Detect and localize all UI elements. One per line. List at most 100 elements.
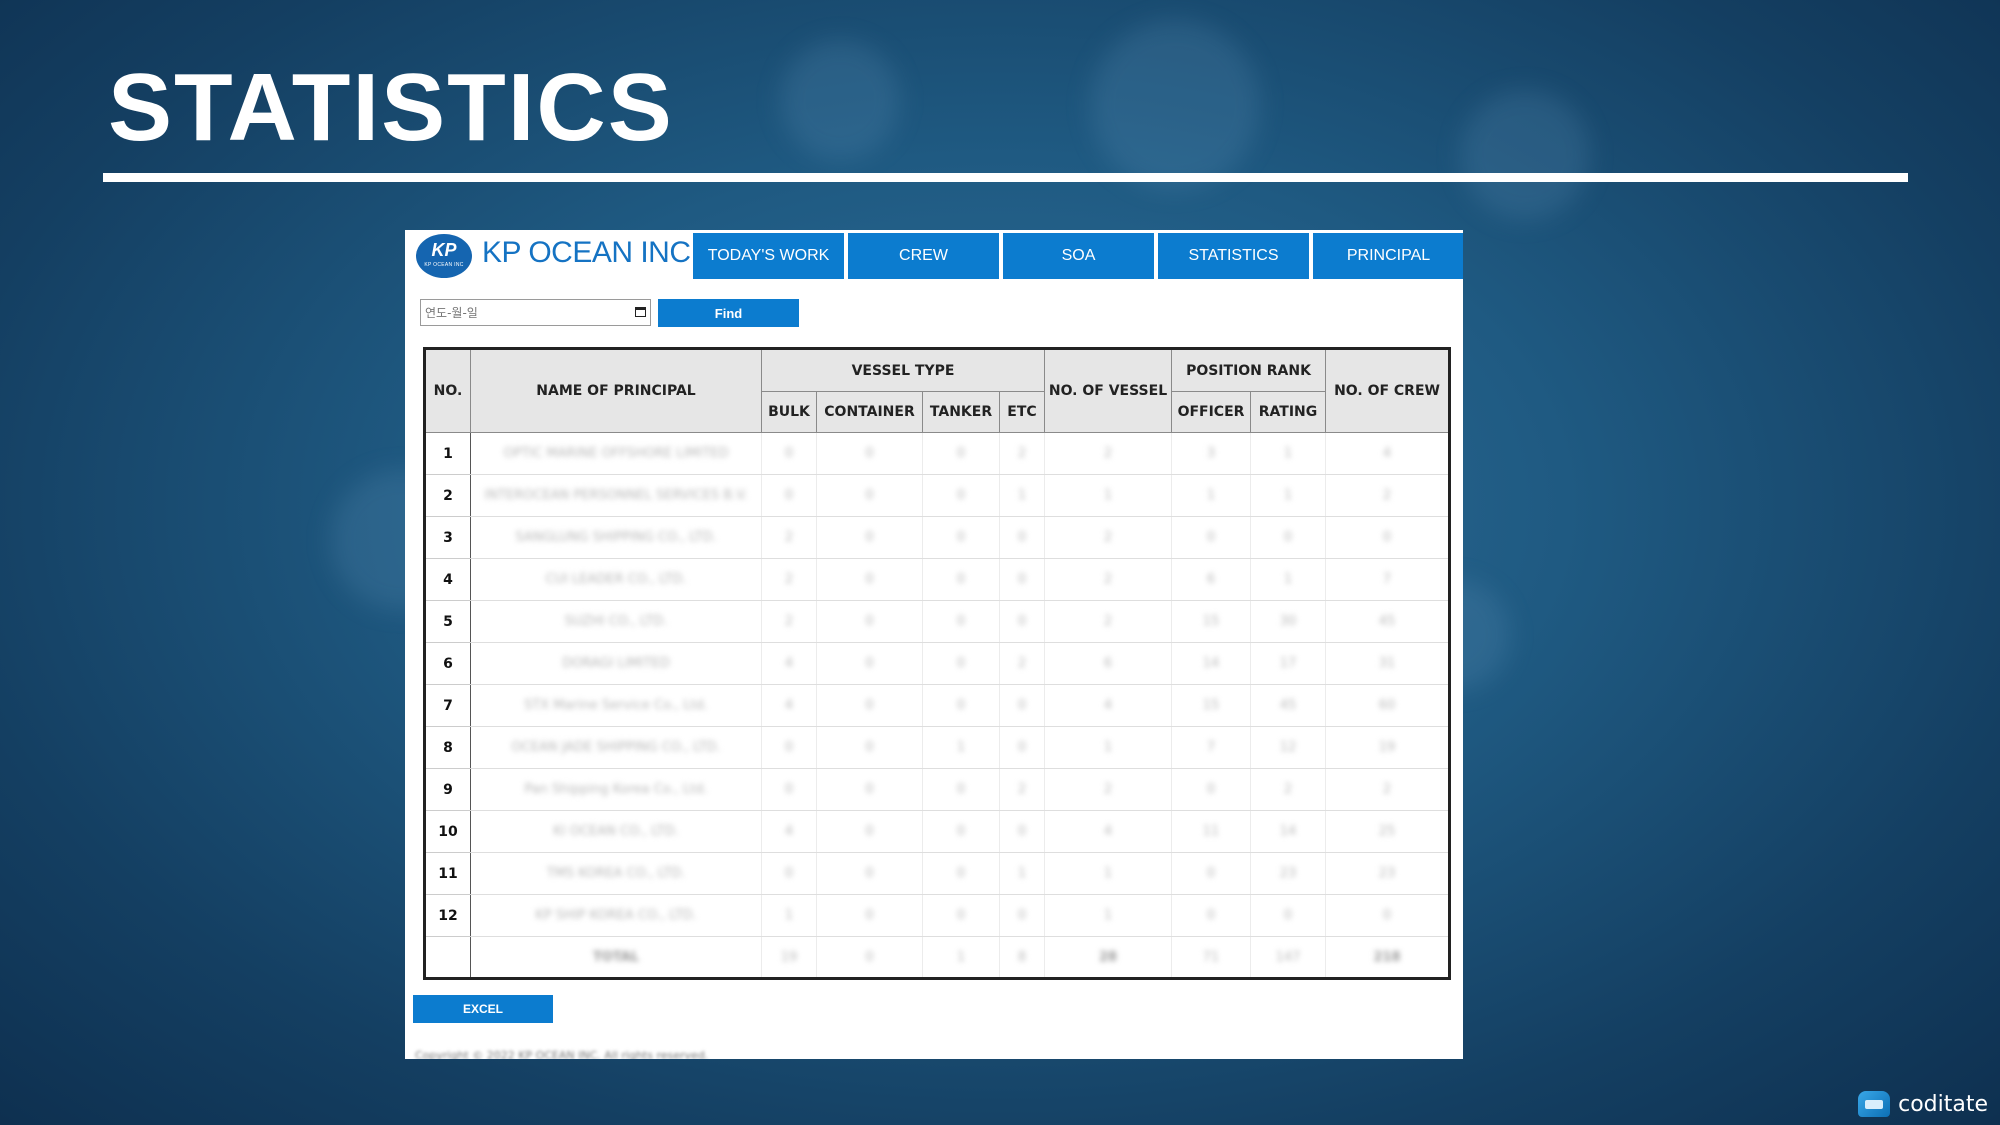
tanker-cell: 0	[922, 894, 1000, 937]
no-of-crew-cell: 4	[1325, 432, 1450, 475]
col-header-bulk: BULK	[761, 391, 817, 433]
rating-cell: 30	[1249, 600, 1326, 643]
etc-cell: 0	[999, 600, 1045, 643]
total-bulk-cell: 19	[761, 936, 817, 979]
total-no-of-vessel-cell: 28	[1044, 936, 1172, 979]
total-label: TOTAL	[470, 936, 762, 979]
tanker-cell: 0	[922, 768, 1000, 811]
principal-name-cell: INTEROCEAN PERSONNEL SERVICES B.V.	[470, 474, 762, 517]
coditate-logo-icon	[1858, 1091, 1891, 1117]
brand-name: KP OCEAN INC	[482, 236, 691, 269]
table-row: 2 INTEROCEAN PERSONNEL SERVICES B.V. 0 0 0 1 1…	[424, 474, 1450, 517]
officer-cell: 15	[1171, 684, 1251, 727]
nav-tab-statistics[interactable]: STATISTICS	[1158, 233, 1309, 279]
bulk-cell: 0	[761, 852, 817, 895]
bulk-cell: 4	[761, 684, 817, 727]
coditate-watermark: coditate	[1858, 1091, 1988, 1117]
rating-cell: 2	[1249, 768, 1326, 811]
table-row: 12 KP SHIP KOREA CO., LTD. 1 0 0 0 1 0 0 0	[424, 894, 1450, 937]
principal-name-cell: SANGLUNG SHIPPING CO., LTD.	[470, 516, 762, 559]
table-row: 6 DORAGI LIMITED 4 0 0 2 6 14 17 31	[424, 642, 1450, 685]
rating-cell: 0	[1249, 894, 1326, 937]
date-input[interactable]	[421, 300, 625, 325]
copyright-text: Copyright © 2022 KP OCEAN INC. All right…	[415, 1049, 709, 1059]
principal-name-cell: KP SHIP KOREA CO., LTD.	[470, 894, 762, 937]
officer-cell: 14	[1171, 642, 1251, 685]
etc-cell: 0	[999, 894, 1045, 937]
principal-name-cell: Pan Shipping Korea Co., Ltd.	[470, 768, 762, 811]
calendar-icon[interactable]	[635, 307, 646, 317]
bulk-cell: 0	[761, 474, 817, 517]
principal-name-cell: KI OCEAN CO., LTD.	[470, 810, 762, 853]
col-header-no-of-crew: NO. OF CREW	[1325, 348, 1451, 433]
officer-cell: 0	[1171, 516, 1251, 559]
principal-name-cell: TMS KOREA CO., LTD.	[470, 852, 762, 895]
app-window: KP KP OCEAN INC KP OCEAN INC TODAY'S WOR…	[405, 230, 1463, 1059]
row-number: 12	[424, 894, 471, 937]
etc-cell: 2	[999, 642, 1045, 685]
rating-cell: 17	[1249, 642, 1326, 685]
no-of-vessel-cell: 6	[1044, 642, 1172, 685]
no-of-vessel-cell: 2	[1044, 432, 1172, 475]
table-row: 9 Pan Shipping Korea Co., Ltd. 0 0 0 2 2 0 2 2	[424, 768, 1450, 811]
table-row: 1 OPTIC MARINE OFFSHORE LIMITED 0 0 0 2 2 3 1 4	[424, 432, 1450, 475]
bulk-cell: 2	[761, 558, 817, 601]
rating-cell: 0	[1249, 516, 1326, 559]
principal-name-cell: CUI LEADER CO., LTD.	[470, 558, 762, 601]
nav-tab-crew[interactable]: CREW	[848, 233, 999, 279]
bulk-cell: 0	[761, 432, 817, 475]
no-of-crew-cell: 7	[1325, 558, 1450, 601]
row-number: 1	[424, 432, 471, 475]
excel-button[interactable]: EXCEL	[413, 995, 553, 1023]
officer-cell: 15	[1171, 600, 1251, 643]
bulk-cell: 1	[761, 894, 817, 937]
rating-cell: 1	[1249, 474, 1326, 517]
container-cell: 0	[816, 516, 923, 559]
table-row: 7 STX Marine Service Co., Ltd. 4 0 0 0 4 15 45 60	[424, 684, 1450, 727]
kp-logo-icon: KP KP OCEAN INC	[416, 234, 472, 278]
principal-name-cell: STX Marine Service Co., Ltd.	[470, 684, 762, 727]
bulk-cell: 0	[761, 726, 817, 769]
rating-cell: 12	[1249, 726, 1326, 769]
nav-tab-todays-work[interactable]: TODAY'S WORK	[693, 233, 844, 279]
total-number-cell	[424, 936, 471, 979]
row-number: 5	[424, 600, 471, 643]
watermark-text: coditate	[1898, 1091, 1988, 1117]
etc-cell: 2	[999, 768, 1045, 811]
bulk-cell: 4	[761, 810, 817, 853]
container-cell: 0	[816, 894, 923, 937]
no-of-crew-cell: 60	[1325, 684, 1450, 727]
officer-cell: 7	[1171, 726, 1251, 769]
principal-name-cell: OCEAN JADE SHIPPING CO., LTD.	[470, 726, 762, 769]
row-number: 3	[424, 516, 471, 559]
officer-cell: 1	[1171, 474, 1251, 517]
tanker-cell: 0	[922, 852, 1000, 895]
etc-cell: 0	[999, 516, 1045, 559]
etc-cell: 1	[999, 474, 1045, 517]
officer-cell: 0	[1171, 768, 1251, 811]
no-of-vessel-cell: 2	[1044, 768, 1172, 811]
officer-cell: 6	[1171, 558, 1251, 601]
tanker-cell: 0	[922, 432, 1000, 475]
tanker-cell: 0	[922, 600, 1000, 643]
col-header-rating: RATING	[1249, 391, 1327, 433]
tanker-cell: 1	[922, 726, 1000, 769]
row-number: 6	[424, 642, 471, 685]
no-of-crew-cell: 0	[1325, 516, 1450, 559]
table-row: 10 KI OCEAN CO., LTD. 4 0 0 0 4 11 14 25	[424, 810, 1450, 853]
container-cell: 0	[816, 558, 923, 601]
title-divider	[103, 173, 1908, 182]
nav-tab-principal[interactable]: PRINCIPAL	[1313, 233, 1463, 279]
date-field[interactable]	[420, 299, 651, 326]
container-cell: 0	[816, 474, 923, 517]
tanker-cell: 0	[922, 516, 1000, 559]
nav-tab-soa[interactable]: SOA	[1003, 233, 1154, 279]
bulk-cell: 2	[761, 516, 817, 559]
no-of-vessel-cell: 4	[1044, 684, 1172, 727]
table-row: 11 TMS KOREA CO., LTD. 0 0 0 1 1 0 23 23	[424, 852, 1450, 895]
find-button[interactable]: Find	[658, 299, 799, 327]
col-header-etc: ETC	[999, 391, 1045, 433]
main-nav: TODAY'S WORK CREW SOA STATISTICS PRINCIP…	[693, 233, 1463, 279]
officer-cell: 0	[1171, 852, 1251, 895]
officer-cell: 11	[1171, 810, 1251, 853]
